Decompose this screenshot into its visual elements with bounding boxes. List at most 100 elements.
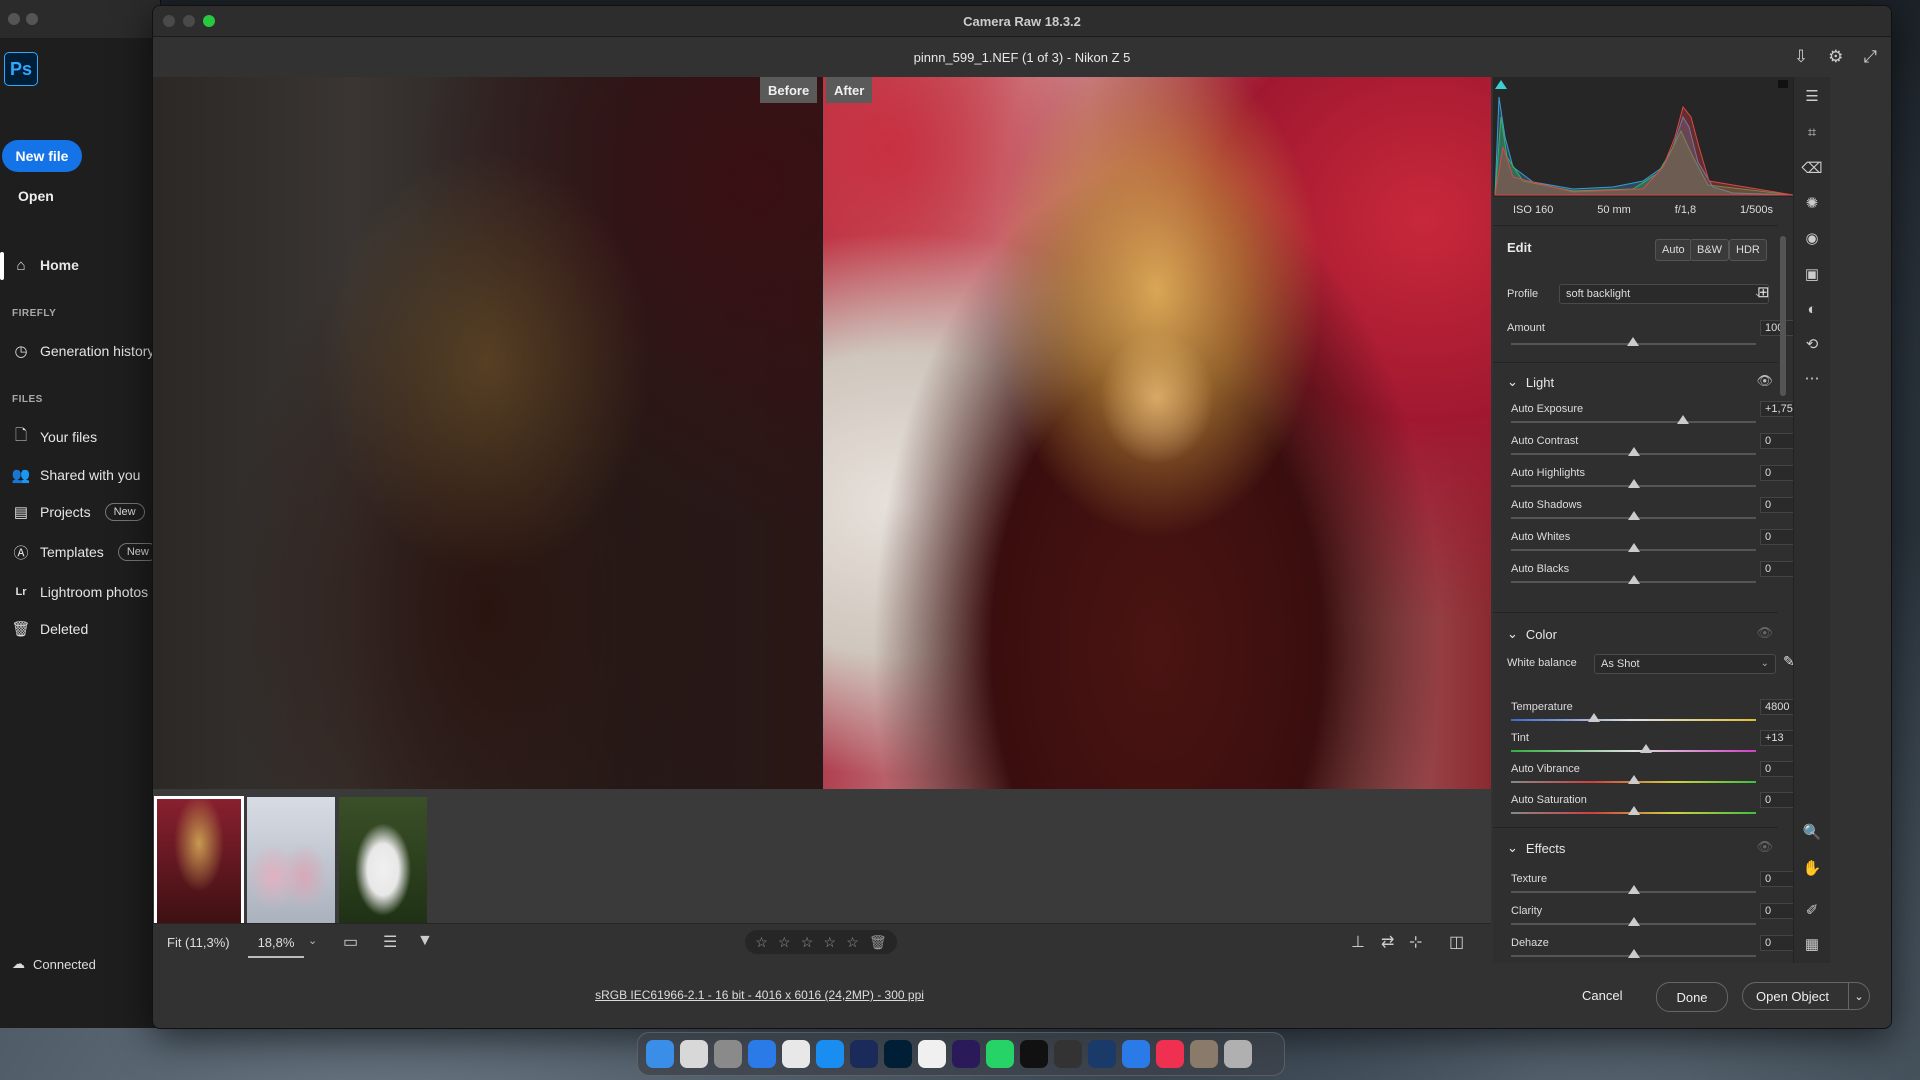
sidebar-item-generation-history[interactable]: ◷ Generation history <box>12 342 154 360</box>
image-preview[interactable]: Before After <box>153 77 1491 789</box>
masking-icon[interactable]: ▣ <box>1803 265 1821 283</box>
eraser-icon[interactable]: ⌫ <box>1801 159 1822 177</box>
slider-track[interactable] <box>1511 719 1756 721</box>
slider-thumb[interactable] <box>1627 479 1640 488</box>
dock-app-launchpad-icon[interactable] <box>680 1040 708 1068</box>
star-icon[interactable]: ☆ <box>823 934 836 951</box>
edit-tool-icon[interactable]: ☰ <box>1803 87 1821 105</box>
dock-app-trash-icon[interactable] <box>1224 1040 1252 1068</box>
dock-app-quicktime-icon[interactable] <box>1122 1040 1150 1068</box>
cancel-button[interactable]: Cancel <box>1582 988 1622 1003</box>
dock-app-music-icon[interactable] <box>1156 1040 1184 1068</box>
profile-dropdown[interactable]: soft backlight ⌄ <box>1559 284 1769 304</box>
minimize-window-dot[interactable] <box>183 15 195 27</box>
slider-thumb[interactable] <box>1627 949 1640 958</box>
chevron-down-icon[interactable]: ⌄ <box>1848 983 1869 1009</box>
sort-icon[interactable]: ☰ <box>383 932 397 952</box>
save-image-icon[interactable]: ⇩ <box>1794 47 1808 67</box>
red-eye-icon[interactable]: ◉ <box>1803 229 1821 247</box>
highlight-clipping-icon[interactable] <box>1778 80 1788 88</box>
dock-app-finder-icon[interactable] <box>646 1040 674 1068</box>
before-tab[interactable]: Before <box>760 77 818 103</box>
slider-track[interactable] <box>1511 421 1756 423</box>
slider-track[interactable] <box>1511 750 1756 752</box>
done-button[interactable]: Done <box>1656 982 1728 1012</box>
gear-icon[interactable]: ⚙ <box>1828 47 1843 67</box>
dock-app-photos-icon[interactable] <box>1190 1040 1218 1068</box>
dock-app-lrc-icon[interactable] <box>850 1040 878 1068</box>
sidebar-item-shared[interactable]: 👥 Shared with you <box>12 466 141 484</box>
amount-thumb[interactable] <box>1627 337 1639 346</box>
fullscreen-icon[interactable]: ⤢ <box>1863 47 1877 67</box>
slider-thumb[interactable] <box>1676 415 1689 424</box>
dock-app-chrome-icon[interactable] <box>782 1040 810 1068</box>
grid-icon[interactable]: ▦ <box>1803 935 1821 953</box>
color-section-header[interactable]: ⌄ Color <box>1507 626 1557 642</box>
fit-zoom-option[interactable]: Fit (11,3%) <box>167 935 230 950</box>
dock-app-ps-icon[interactable] <box>884 1040 912 1068</box>
snapshot-icon[interactable]: ⟲ <box>1803 335 1821 353</box>
zoom-icon[interactable]: 🔍 <box>1803 823 1822 841</box>
crop-icon[interactable]: ⌗ <box>1803 123 1821 141</box>
filmstrip-thumbnail[interactable] <box>154 796 244 930</box>
close-window-dot[interactable] <box>8 13 20 25</box>
swap-icon[interactable]: ⇄ <box>1381 932 1394 952</box>
copy-settings-icon[interactable]: ⊹ <box>1409 932 1422 952</box>
slider-thumb[interactable] <box>1627 575 1640 584</box>
light-section-header[interactable]: ⌄ Light <box>1507 374 1554 390</box>
shadow-clipping-icon[interactable] <box>1495 80 1507 89</box>
star-icon[interactable]: ☆ <box>778 934 791 951</box>
panel-scrollbar[interactable] <box>1780 236 1786 396</box>
profile-browser-icon[interactable]: ⊞ <box>1757 283 1770 301</box>
toggle-compare-icon[interactable]: ◫ <box>1449 932 1464 952</box>
star-icon[interactable]: ☆ <box>846 934 859 951</box>
zoom-window-dot[interactable] <box>203 15 215 27</box>
white-balance-dropdown[interactable]: As Shot ⌄ <box>1594 654 1776 674</box>
eye-icon[interactable]: 👁 <box>1756 625 1773 641</box>
new-file-button[interactable]: New file <box>2 140 82 172</box>
eye-icon[interactable]: 👁 <box>1756 839 1773 855</box>
slider-thumb[interactable] <box>1627 511 1640 520</box>
sidebar-item-home[interactable]: ⌂ Home <box>12 256 78 274</box>
color-sampler-icon[interactable]: ✐ <box>1803 901 1821 919</box>
filmstrip-thumbnail[interactable] <box>247 797 335 929</box>
close-window-dot[interactable] <box>163 15 175 27</box>
healing-icon[interactable]: ✺ <box>1803 194 1821 212</box>
open-object-button[interactable]: Open Object ⌄ <box>1742 982 1870 1010</box>
open-link[interactable]: Open <box>18 188 54 204</box>
filmstrip-thumbnail[interactable] <box>339 797 427 929</box>
minimize-window-dot[interactable] <box>26 13 38 25</box>
eye-icon[interactable]: 👁 <box>1756 373 1773 389</box>
slider-thumb[interactable] <box>1627 917 1640 926</box>
slider-thumb[interactable] <box>1627 885 1640 894</box>
effects-section-header[interactable]: ⌄ Effects <box>1507 840 1565 856</box>
dock-app-safari-icon[interactable] <box>748 1040 776 1068</box>
star-rating[interactable]: ☆ ☆ ☆ ☆ ☆ 🗑 <box>745 930 897 954</box>
dock-app-app-store-icon[interactable] <box>816 1040 844 1068</box>
dock-app-pr-icon[interactable] <box>952 1040 980 1068</box>
dock-app-settings-icon[interactable] <box>714 1040 742 1068</box>
workflow-options-link[interactable]: sRGB IEC61966-2.1 - 16 bit - 4016 x 6016… <box>595 988 924 1002</box>
sidebar-item-deleted[interactable]: 🗑 Deleted <box>11 620 88 638</box>
filter-icon[interactable]: ▼ <box>417 932 433 950</box>
hand-icon[interactable]: ✋ <box>1803 859 1822 877</box>
auto-button[interactable]: Auto <box>1655 239 1692 261</box>
star-icon[interactable]: ☆ <box>755 934 768 951</box>
delete-icon[interactable]: 🗑 <box>869 934 887 951</box>
zoom-level-field[interactable]: 18,8% <box>248 928 304 958</box>
after-tab[interactable]: After <box>826 77 873 103</box>
more-icon[interactable]: ⋯ <box>1803 369 1821 387</box>
slider-thumb[interactable] <box>1627 543 1640 552</box>
dock-app-whatsapp-icon[interactable] <box>986 1040 1014 1068</box>
dock-app-resolve-icon[interactable] <box>1054 1040 1082 1068</box>
bw-button[interactable]: B&W <box>1690 239 1730 261</box>
sidebar-item-your-files[interactable]: 🗋 Your files <box>12 427 97 446</box>
sidebar-item-lightroom[interactable]: Lr Lightroom photos <box>12 583 149 601</box>
slider-thumb[interactable] <box>1588 713 1601 722</box>
slider-thumb[interactable] <box>1627 775 1640 784</box>
sidebar-item-projects[interactable]: ▤ Projects New <box>12 503 145 521</box>
star-icon[interactable]: ☆ <box>801 934 814 951</box>
slider-thumb[interactable] <box>1627 806 1640 815</box>
hdr-button[interactable]: HDR <box>1729 239 1767 261</box>
dock-app-capcut-icon[interactable] <box>1020 1040 1048 1068</box>
